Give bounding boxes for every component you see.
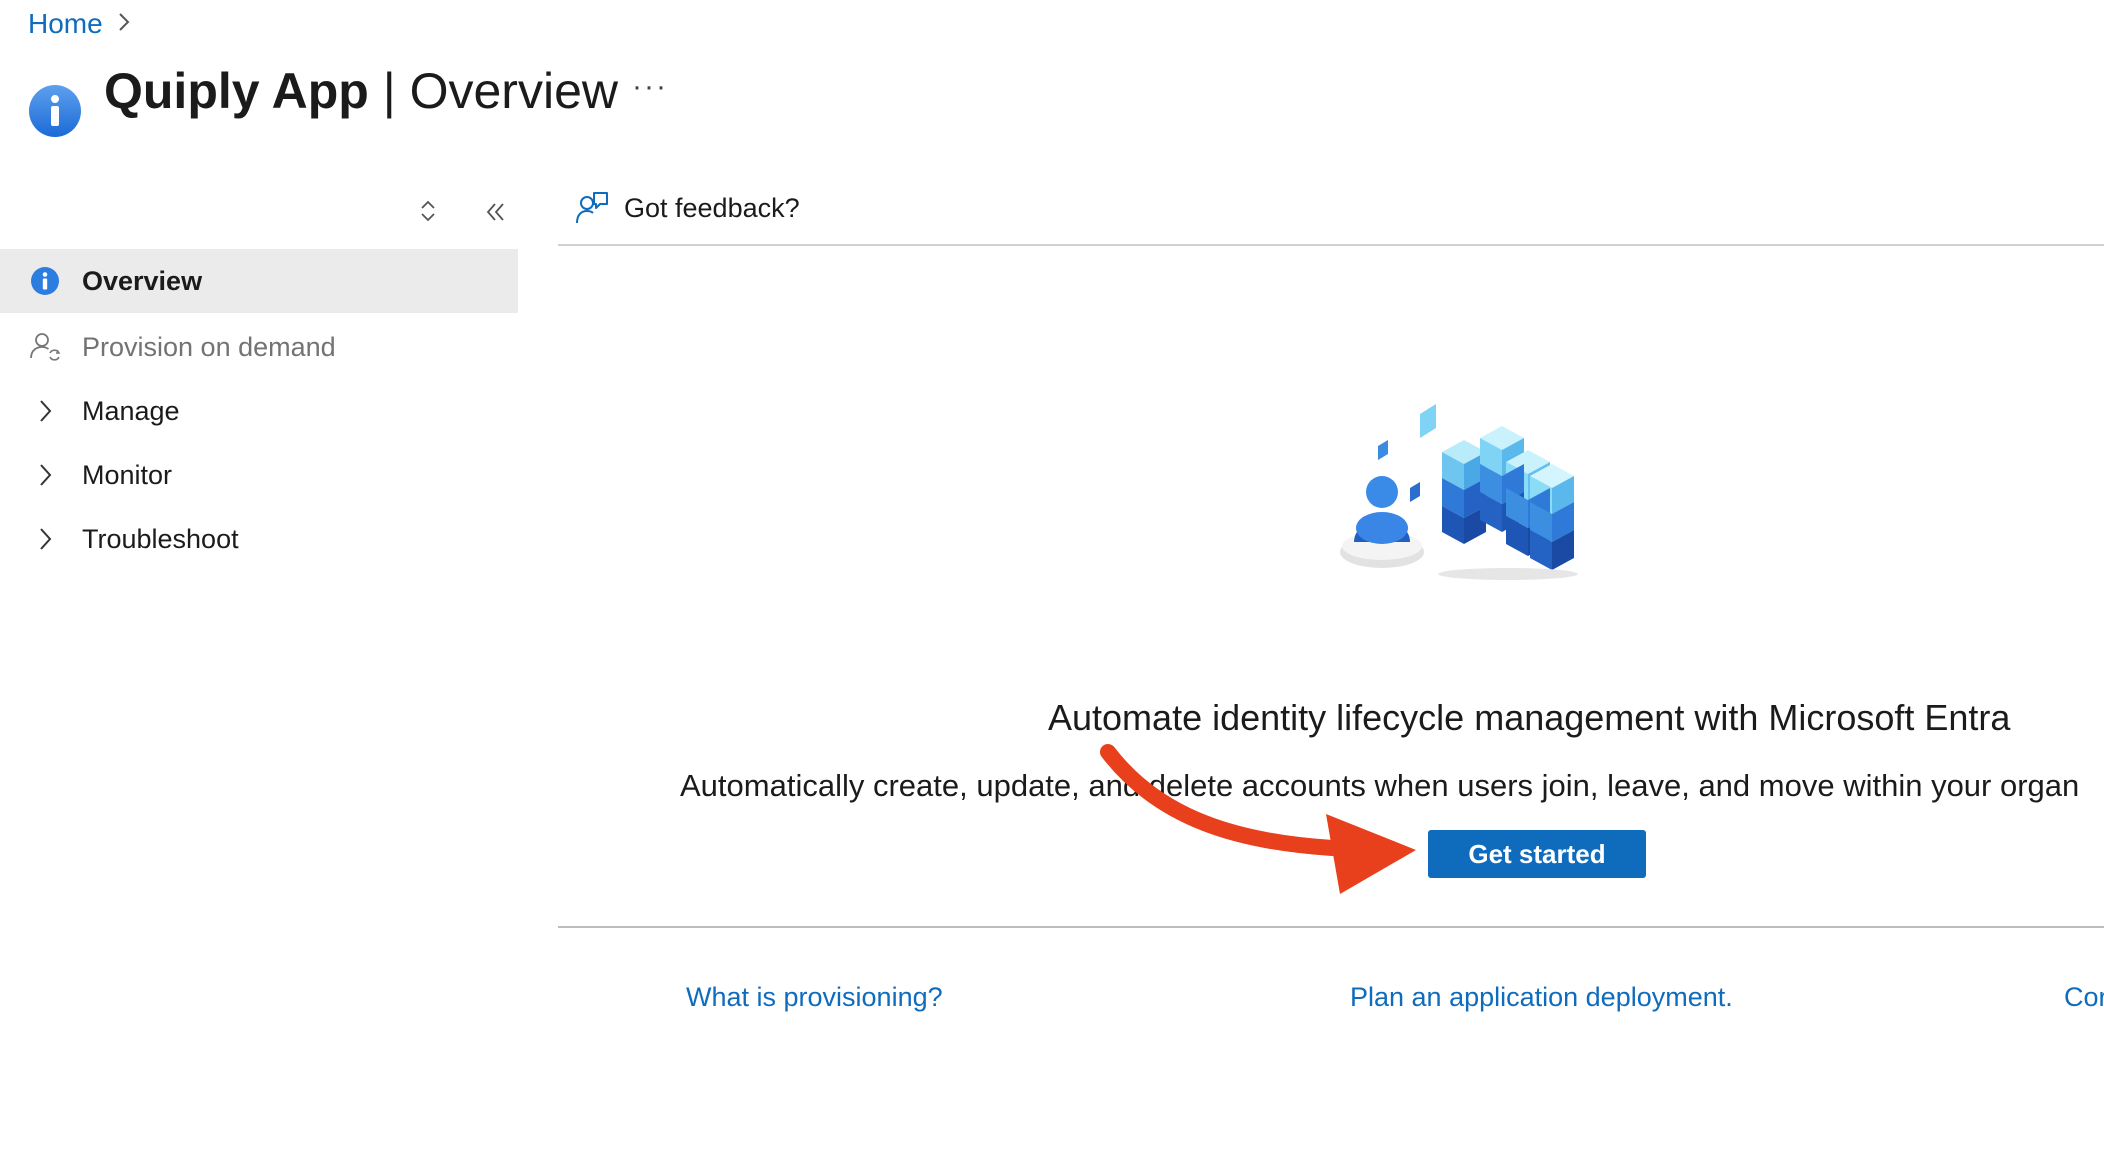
chevron-right-icon bbox=[28, 522, 62, 556]
user-sync-icon bbox=[28, 330, 62, 364]
sidebar-item-manage[interactable]: Manage bbox=[0, 379, 518, 443]
info-icon bbox=[28, 264, 62, 298]
chevron-right-icon bbox=[117, 9, 131, 40]
section-name: Overview bbox=[409, 63, 618, 119]
divider bbox=[558, 926, 2104, 928]
sidebar-item-troubleshoot[interactable]: Troubleshoot bbox=[0, 507, 518, 571]
more-options-button[interactable]: ··· bbox=[632, 70, 668, 104]
breadcrumb-home-link[interactable]: Home bbox=[28, 8, 103, 40]
annotation-arrow-icon bbox=[1090, 740, 1420, 900]
sidebar-item-label: Provision on demand bbox=[82, 331, 336, 362]
sort-icon[interactable] bbox=[418, 198, 438, 224]
what-is-provisioning-link[interactable]: What is provisioning? bbox=[686, 982, 943, 1013]
chevron-right-icon bbox=[28, 458, 62, 492]
title-separator: | bbox=[382, 63, 396, 119]
chevron-right-icon bbox=[28, 394, 62, 428]
sidebar-item-label: Manage bbox=[82, 395, 180, 426]
truncated-link[interactable]: Cor bbox=[2064, 982, 2104, 1013]
hero-headline: Automate identity lifecycle management w… bbox=[1048, 697, 2011, 738]
sidebar-item-overview[interactable]: Overview bbox=[0, 249, 518, 313]
collapse-sidebar-icon[interactable] bbox=[484, 200, 508, 224]
breadcrumb: Home bbox=[28, 8, 131, 40]
feedback-button[interactable]: Got feedback? bbox=[574, 190, 800, 226]
provisioning-illustration bbox=[1330, 394, 1592, 584]
sidebar-item-monitor[interactable]: Monitor bbox=[0, 443, 518, 507]
feedback-icon bbox=[576, 192, 608, 224]
feedback-label: Got feedback? bbox=[624, 192, 800, 223]
page-title: Quiply App | Overview bbox=[104, 62, 618, 120]
info-icon bbox=[28, 84, 82, 138]
sidebar-item-label: Troubleshoot bbox=[82, 523, 239, 554]
sidebar-item-label: Overview bbox=[82, 265, 203, 296]
plan-deployment-link[interactable]: Plan an application deployment. bbox=[1350, 982, 1733, 1013]
sidebar-item-label: Monitor bbox=[82, 459, 173, 490]
get-started-button[interactable]: Get started bbox=[1428, 830, 1646, 878]
divider bbox=[558, 244, 2104, 246]
app-name: Quiply App bbox=[104, 63, 369, 119]
sidebar-item-provision-on-demand[interactable]: Provision on demand bbox=[0, 315, 518, 379]
